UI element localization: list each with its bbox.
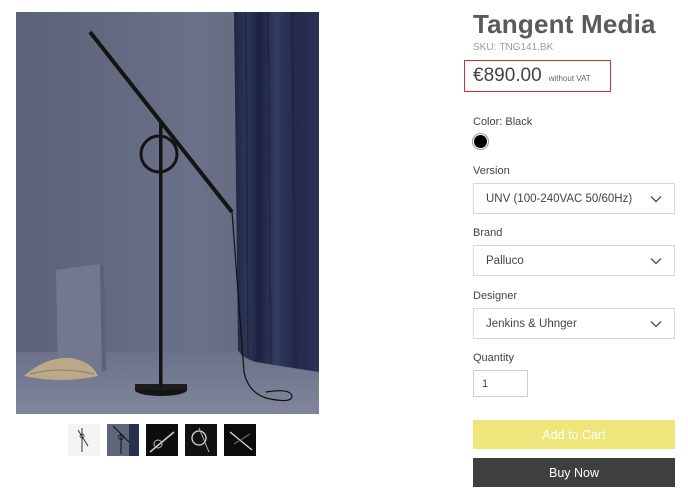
price-vat-note: without VAT: [548, 73, 591, 83]
color-swatch-black[interactable]: [472, 133, 489, 150]
product-main-image: [16, 12, 319, 414]
chevron-down-icon: [650, 195, 662, 202]
color-label: Color: Black: [473, 116, 533, 128]
thumbnail-3[interactable]: [146, 424, 178, 456]
thumbnail-4[interactable]: [185, 424, 217, 456]
brand-value: Palluco: [486, 254, 524, 267]
add-to-cart-button[interactable]: Add to Cart: [473, 420, 675, 449]
thumbnail-2[interactable]: [107, 424, 139, 456]
version-label: Version: [473, 165, 510, 177]
version-value: UNV (100-240VAC 50/60Hz): [486, 192, 633, 205]
product-title: Tangent Media: [473, 9, 656, 39]
thumbnail-5[interactable]: [224, 424, 256, 456]
product-sku: SKU: TNG141.BK: [473, 42, 553, 53]
sku-value: TNG141.BK: [499, 42, 554, 53]
price-highlight-box: €890.00 without VAT: [464, 60, 611, 92]
thumbnail-1[interactable]: [68, 424, 100, 456]
buy-now-button[interactable]: Buy Now: [473, 458, 675, 487]
brand-select[interactable]: Palluco: [473, 245, 675, 276]
designer-select[interactable]: Jenkins & Uhnger: [473, 308, 675, 339]
thumbnail-strip: [68, 424, 256, 456]
product-price: €890.00: [473, 65, 542, 86]
quantity-input[interactable]: [473, 370, 528, 397]
brand-label: Brand: [473, 227, 503, 239]
designer-label: Designer: [473, 290, 518, 302]
version-select[interactable]: UNV (100-240VAC 50/60Hz): [473, 183, 675, 214]
swatch-dot: [474, 135, 487, 148]
chevron-down-icon: [650, 257, 662, 264]
sku-label: SKU:: [473, 42, 497, 53]
quantity-label: Quantity: [473, 352, 514, 364]
designer-value: Jenkins & Uhnger: [486, 317, 577, 330]
chevron-down-icon: [650, 320, 662, 327]
